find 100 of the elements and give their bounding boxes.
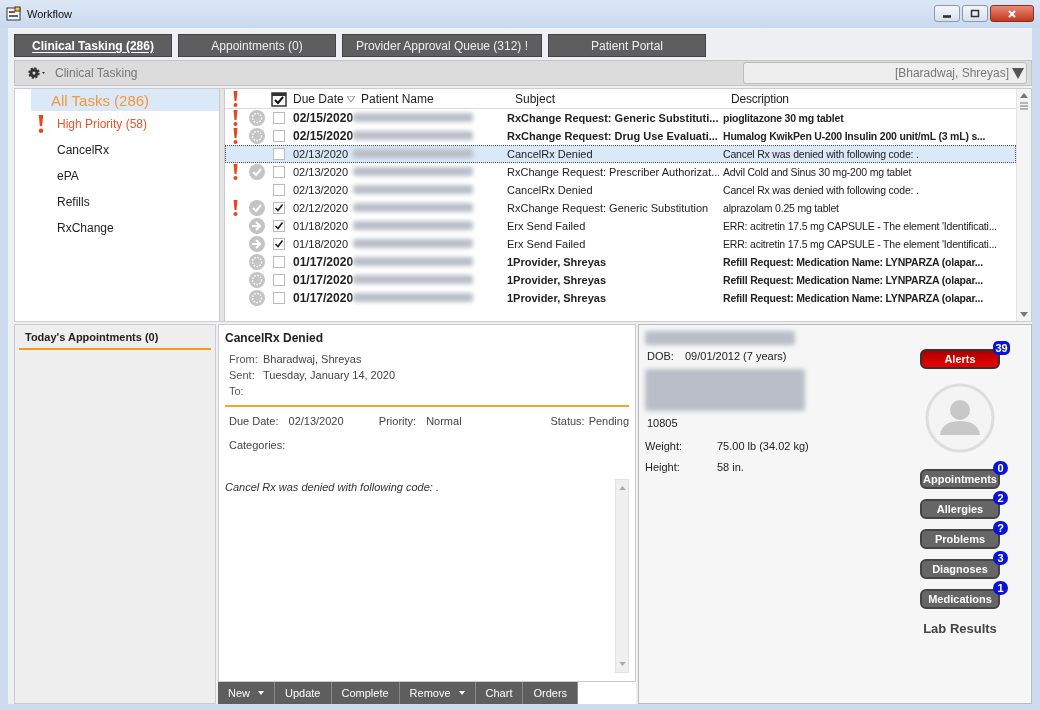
count-badge: 1 — [993, 581, 1008, 595]
checkbox[interactable] — [273, 166, 285, 178]
field-value: 09/01/2012 (7 years) — [685, 350, 787, 362]
scroll-thumb-icon[interactable] — [1019, 102, 1029, 110]
task-group-item[interactable]: CancelRx — [15, 137, 219, 163]
checkbox[interactable] — [273, 148, 285, 160]
table-row[interactable]: 02/15/2020 RxChange Request: Generic Substituti... pioglitazone 30 mg tablet — [225, 109, 1016, 127]
dotted-circle-icon — [249, 290, 265, 306]
dotted-circle-icon — [249, 272, 265, 288]
action-button[interactable]: Update — [275, 682, 332, 704]
check-circle-icon — [249, 164, 265, 180]
table-row[interactable]: 02/12/2020 RxChange Request: Generic Substitution alprazolam 0.25 mg tablet — [225, 199, 1016, 217]
scroll-up-icon[interactable] — [1020, 93, 1028, 98]
table-row[interactable]: 01/17/2020 1Provider, Shreyas Refill Request: Medication Name: LYNPARZA (olapar... — [225, 271, 1016, 289]
table-row[interactable]: 01/18/2020 Erx Send Failed ERR: acitretin 17.5 mg CAPSULE - The element 'Identificati... — [225, 217, 1016, 235]
table-cell-text: 02/13/2020 — [292, 184, 350, 196]
scroll-up-icon[interactable] — [618, 486, 626, 490]
table-cell-text: 1Provider, Shreyas — [506, 256, 608, 268]
field-label: Status: — [550, 415, 585, 427]
table-row[interactable]: 02/13/2020 CancelRx Denied Cancel Rx was denied with following code: . — [225, 145, 1016, 163]
table-cell-text: alprazolam 0.25 mg tablet — [722, 202, 840, 214]
table-row[interactable]: 01/17/2020 1Provider, Shreyas Refill Request: Medication Name: LYNPARZA (olapar... — [225, 289, 1016, 307]
dotted-circle-icon — [249, 254, 265, 270]
field-value: Pending — [588, 415, 629, 427]
column-header[interactable]: Description — [727, 91, 1016, 106]
action-button[interactable]: Complete — [331, 682, 400, 704]
dotted-circle-icon — [249, 128, 265, 144]
table-cell-text: 01/17/2020 — [292, 273, 351, 287]
table-cell-text: pioglitazone 30 mg tablet — [722, 112, 845, 124]
table-row[interactable]: 01/18/2020 Erx Send Failed ERR: acitretin 17.5 mg CAPSULE - The element 'Identificati... — [225, 235, 1016, 253]
check-circle-icon — [249, 200, 265, 216]
maximize-button[interactable] — [962, 5, 988, 22]
field-value: 10805 — [646, 417, 679, 431]
arrow-circle-icon — [249, 236, 265, 252]
close-button[interactable] — [990, 5, 1034, 22]
column-header[interactable]: Due Date — [289, 91, 347, 106]
settings-icon[interactable] — [27, 66, 47, 80]
checkbox[interactable] — [273, 184, 285, 196]
checkbox[interactable] — [273, 274, 285, 286]
field-label: From: — [229, 353, 259, 365]
field-label: Priority: — [378, 415, 417, 427]
field-label: To: — [229, 385, 245, 397]
provider-dropdown[interactable]: [Bharadwaj, Shreyas] — [743, 62, 1027, 84]
table-cell-text: CancelRx Denied — [506, 148, 594, 160]
table-cell-text: ERR: acitretin 17.5 mg CAPSULE - The element 'Identificati... — [722, 220, 998, 232]
table-cell-text: Humalog KwikPen U-200 Insulin 200 unit/mL (3 mL) s... — [722, 130, 987, 142]
checked-calendar-icon[interactable] — [271, 90, 287, 107]
table-cell-text: 02/13/2020 — [292, 166, 350, 178]
task-group-item[interactable]: Refills — [15, 189, 219, 215]
column-header[interactable]: Subject — [509, 91, 727, 106]
scrollbar[interactable] — [1016, 89, 1031, 321]
table-row[interactable]: 02/15/2020 RxChange Request: Drug Use Evaluati... Humalog KwikPen U-200 Insulin 200 unit/mL (3 mL) s... — [225, 127, 1016, 145]
scrollbar[interactable] — [615, 479, 629, 673]
dotted-circle-icon — [249, 110, 265, 126]
task-group-item[interactable]: High Priority (58) — [15, 111, 219, 137]
field-label: Height: — [644, 460, 681, 473]
table-row[interactable]: 01/17/2020 1Provider, Shreyas Refill Request: Medication Name: LYNPARZA (olapar... — [225, 253, 1016, 271]
checkbox[interactable] — [273, 238, 285, 250]
table-cell-text: 01/18/2020 — [292, 238, 350, 250]
table-cell-text: RxChange Request: Prescriber Authorizat... — [506, 166, 719, 178]
field-value: 75.00 lb (34.02 kg) — [717, 439, 809, 452]
action-button[interactable]: Chart — [475, 682, 524, 704]
checkbox[interactable] — [273, 112, 285, 124]
section-button[interactable]: Problems — [920, 529, 1000, 549]
tab[interactable]: Appointments (0) — [178, 34, 336, 57]
table-cell-text: 1Provider, Shreyas — [506, 292, 608, 304]
scroll-down-icon[interactable] — [1020, 312, 1028, 317]
table-cell-text: Refill Request: Medication Name: LYNPARZA (olapar... — [722, 256, 984, 268]
checkbox[interactable] — [273, 292, 285, 304]
field-value: Normal — [426, 415, 462, 427]
table-cell-text: 1Provider, Shreyas — [506, 274, 608, 286]
task-group-item[interactable]: ePA — [15, 163, 219, 189]
checkbox[interactable] — [273, 202, 285, 214]
count-badge: 2 — [993, 491, 1008, 505]
table-cell-text: Cancel Rx was denied with following code: . — [722, 148, 920, 160]
tab[interactable]: Patient Portal — [548, 34, 706, 57]
tab[interactable]: Provider Approval Queue (312) ! — [342, 34, 542, 57]
checkbox[interactable] — [273, 220, 285, 232]
table-cell-text: Cancel Rx was denied with following code: . — [722, 184, 920, 196]
table-row[interactable]: 02/13/2020 CancelRx Denied Cancel Rx was denied with following code: . — [225, 181, 1016, 199]
minimize-button[interactable] — [934, 5, 960, 22]
action-button[interactable]: Orders — [523, 682, 579, 704]
window-title: Workflow — [27, 8, 73, 20]
checkbox[interactable] — [273, 256, 285, 268]
column-header[interactable]: Patient Name — [359, 91, 509, 106]
field-label: Categories: — [228, 439, 287, 451]
lab-results-link[interactable]: Lab Results — [923, 621, 997, 636]
count-badge: ? — [993, 521, 1008, 535]
caret-icon — [258, 691, 264, 695]
checkbox[interactable] — [273, 130, 285, 142]
table-row[interactable]: 02/13/2020 RxChange Request: Prescriber Authorizat... Advil Cold and Sinus 30 mg-200 mg tablet — [225, 163, 1016, 181]
action-button[interactable]: Remove — [399, 682, 476, 704]
panel-title: Today's Appointments (0) — [19, 325, 211, 350]
sort-icon[interactable] — [347, 95, 355, 102]
scroll-down-icon[interactable] — [618, 662, 626, 666]
table-cell-text: 01/17/2020 — [292, 255, 351, 269]
table-cell-text: RxChange Request: Drug Use Evaluati... — [506, 130, 719, 142]
action-button[interactable]: New — [218, 682, 275, 704]
tab[interactable]: Clinical Tasking (286) — [14, 34, 172, 57]
task-group-item[interactable]: RxChange — [15, 215, 219, 241]
